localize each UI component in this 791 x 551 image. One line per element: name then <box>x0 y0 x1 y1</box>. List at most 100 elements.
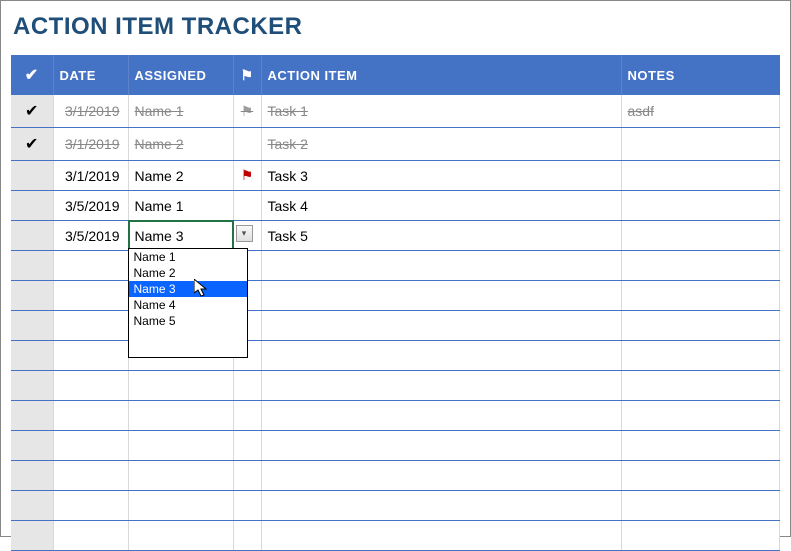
empty-cell[interactable] <box>621 251 780 281</box>
empty-cell[interactable] <box>261 281 621 311</box>
header-assigned[interactable]: ASSIGNED <box>128 55 233 95</box>
notes-cell[interactable] <box>621 221 780 251</box>
empty-cell[interactable] <box>11 251 53 281</box>
empty-cell[interactable] <box>233 371 261 401</box>
action-table: ✔ DATE ASSIGNED ⚑ ACTION ITEM NOTES ✔3/1… <box>11 55 780 551</box>
empty-cell[interactable] <box>11 461 53 491</box>
empty-cell[interactable] <box>233 431 261 461</box>
notes-cell[interactable] <box>621 161 780 191</box>
empty-cell[interactable] <box>233 401 261 431</box>
assigned-cell[interactable]: Name 2 <box>128 128 233 161</box>
empty-cell[interactable] <box>233 461 261 491</box>
empty-cell[interactable] <box>53 341 128 371</box>
empty-cell[interactable] <box>53 491 128 521</box>
empty-cell[interactable] <box>53 461 128 491</box>
empty-cell[interactable] <box>621 521 780 551</box>
empty-cell[interactable] <box>128 371 233 401</box>
date-cell[interactable]: 3/1/2019 <box>53 161 128 191</box>
empty-cell[interactable] <box>128 431 233 461</box>
empty-cell[interactable] <box>11 281 53 311</box>
header-notes[interactable]: NOTES <box>621 55 780 95</box>
flag-cell[interactable] <box>233 128 261 161</box>
dropdown-option[interactable]: Name 5 <box>129 313 247 329</box>
action-cell[interactable]: Task 3 <box>261 161 621 191</box>
check-cell[interactable] <box>11 221 53 251</box>
empty-cell[interactable] <box>261 311 621 341</box>
check-cell[interactable]: ✔ <box>11 95 53 128</box>
empty-cell[interactable] <box>128 521 233 551</box>
action-cell[interactable]: Task 5 <box>261 221 621 251</box>
header-action[interactable]: ACTION ITEM <box>261 55 621 95</box>
assigned-cell[interactable]: Name 2 <box>128 161 233 191</box>
dropdown-option[interactable]: Name 4 <box>129 297 247 313</box>
empty-cell[interactable] <box>261 341 621 371</box>
empty-cell[interactable] <box>128 491 233 521</box>
empty-cell[interactable] <box>621 281 780 311</box>
header-date[interactable]: DATE <box>53 55 128 95</box>
assigned-text: Name 2 <box>135 168 184 184</box>
check-cell[interactable] <box>11 161 53 191</box>
notes-cell[interactable]: asdf <box>621 95 780 128</box>
empty-cell[interactable] <box>261 521 621 551</box>
empty-cell[interactable] <box>11 311 53 341</box>
empty-cell[interactable] <box>11 521 53 551</box>
empty-cell[interactable] <box>11 401 53 431</box>
empty-cell[interactable] <box>621 461 780 491</box>
check-cell[interactable] <box>11 191 53 221</box>
assigned-cell[interactable]: Name 3▾Name 1Name 2Name 3Name 4Name 5 <box>128 221 233 251</box>
empty-cell[interactable] <box>53 281 128 311</box>
dropdown-button[interactable]: ▾ <box>236 225 253 242</box>
assigned-cell[interactable]: Name 1 <box>128 95 233 128</box>
empty-cell[interactable] <box>128 461 233 491</box>
assigned-cell[interactable]: Name 1 <box>128 191 233 221</box>
action-cell[interactable]: Task 4 <box>261 191 621 221</box>
empty-cell[interactable] <box>261 461 621 491</box>
date-cell[interactable]: 3/5/2019 <box>53 191 128 221</box>
action-cell[interactable]: Task 2 <box>261 128 621 161</box>
empty-cell[interactable] <box>261 401 621 431</box>
table-row-empty <box>11 461 780 491</box>
empty-cell[interactable] <box>261 491 621 521</box>
date-cell[interactable]: 3/1/2019 <box>53 128 128 161</box>
notes-cell[interactable] <box>621 128 780 161</box>
empty-cell[interactable] <box>53 431 128 461</box>
empty-cell[interactable] <box>11 431 53 461</box>
empty-cell[interactable] <box>11 371 53 401</box>
header-flag[interactable]: ⚑ <box>233 55 261 95</box>
flag-cell[interactable] <box>233 191 261 221</box>
flag-cell[interactable]: ⚑ <box>233 161 261 191</box>
empty-cell[interactable] <box>128 401 233 431</box>
empty-cell[interactable] <box>261 371 621 401</box>
empty-cell[interactable] <box>53 251 128 281</box>
empty-cell[interactable] <box>11 341 53 371</box>
header-check[interactable]: ✔ <box>11 55 53 95</box>
empty-cell[interactable] <box>11 491 53 521</box>
empty-cell[interactable] <box>621 491 780 521</box>
empty-cell[interactable] <box>53 401 128 431</box>
empty-cell[interactable] <box>233 521 261 551</box>
empty-cell[interactable] <box>261 431 621 461</box>
empty-cell[interactable] <box>53 311 128 341</box>
empty-cell[interactable] <box>621 341 780 371</box>
date-cell[interactable]: 3/5/2019 <box>53 221 128 251</box>
empty-cell[interactable] <box>621 431 780 461</box>
empty-cell[interactable] <box>621 401 780 431</box>
flag-cell[interactable]: ⚑ <box>233 95 261 128</box>
dropdown-option[interactable]: Name 3 <box>129 281 247 297</box>
flag-icon: ⚑ <box>240 67 253 83</box>
dropdown-list: Name 1Name 2Name 3Name 4Name 5 <box>128 248 248 358</box>
empty-cell[interactable] <box>53 371 128 401</box>
empty-cell[interactable] <box>53 521 128 551</box>
date-cell[interactable]: 3/1/2019 <box>53 95 128 128</box>
dropdown-option[interactable]: Name 2 <box>129 265 247 281</box>
table-row: ✔3/1/2019Name 1⚑Task 1asdf <box>11 95 780 128</box>
empty-cell[interactable] <box>261 251 621 281</box>
notes-cell[interactable] <box>621 191 780 221</box>
empty-cell[interactable] <box>233 491 261 521</box>
dropdown-option[interactable]: Name 1 <box>129 249 247 265</box>
check-cell[interactable]: ✔ <box>11 128 53 161</box>
action-cell[interactable]: Task 1 <box>261 95 621 128</box>
empty-cell[interactable] <box>621 311 780 341</box>
empty-cell[interactable] <box>621 371 780 401</box>
table-row-empty <box>11 251 780 281</box>
